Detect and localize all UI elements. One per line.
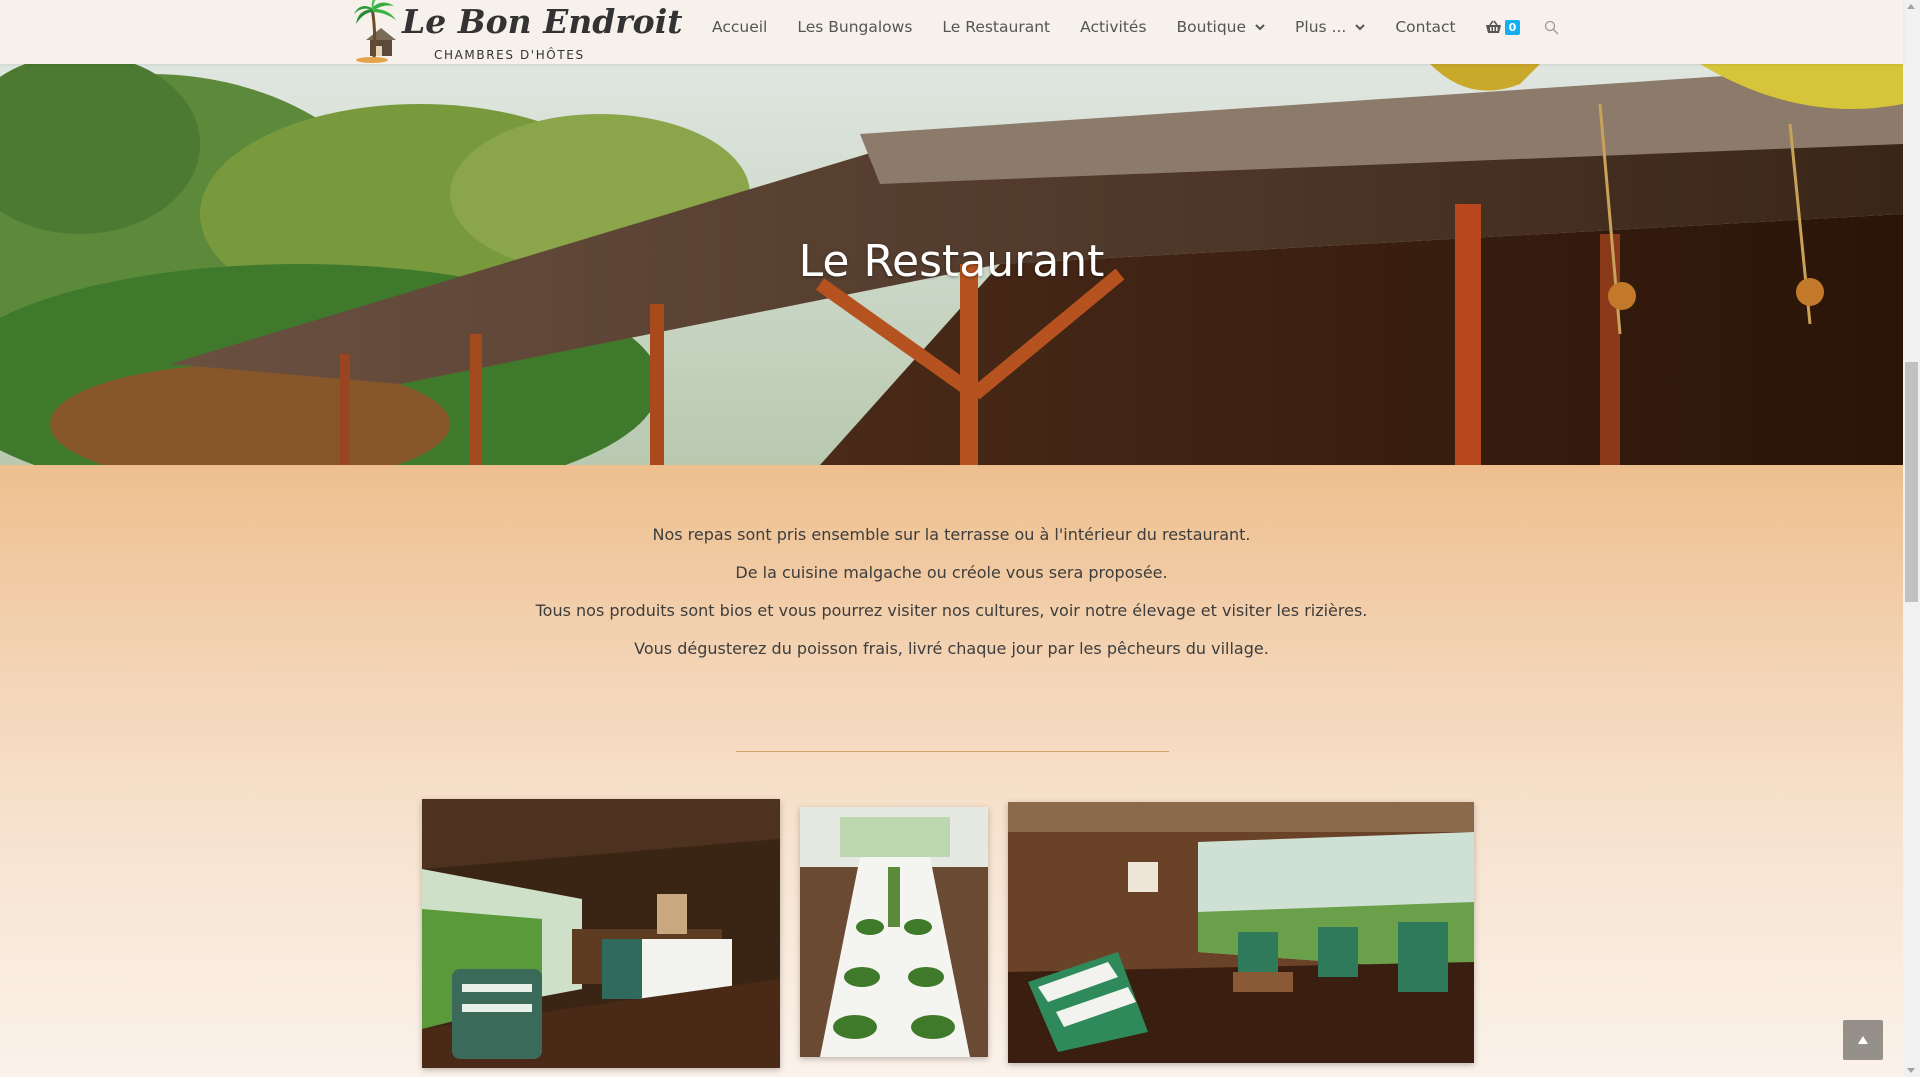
site-header: Le Bon Endroit CHAMBRES D'HÔTES Accueil … (0, 0, 1903, 64)
nav-item-accueil[interactable]: Accueil (697, 18, 782, 36)
intro-paragraph: Nos repas sont pris ensemble sur la terr… (652, 525, 1251, 544)
lounge-deckchairs-photo[interactable] (1008, 802, 1474, 1063)
logo-title: Le Bon Endroit (402, 2, 683, 41)
cart-button[interactable]: 0 (1471, 19, 1537, 35)
nav-label: Boutique (1176, 18, 1247, 36)
restaurant-terrace-image (422, 799, 780, 1068)
nav-label: Accueil (712, 18, 768, 36)
logo-subtitle: CHAMBRES D'HÔTES (434, 48, 585, 62)
content-section: Nos repas sont pris ensemble sur la terr… (0, 465, 1903, 1077)
nav-label: Plus ... (1295, 18, 1347, 36)
intro-paragraph: Vous dégusterez du poisson frais, livré … (634, 639, 1269, 658)
scroll-down-arrow-icon[interactable] (1907, 1068, 1915, 1073)
intro-paragraph: De la cuisine malgache ou créole vous se… (735, 563, 1168, 582)
nav-label: Contact (1395, 18, 1456, 36)
dining-table-photo[interactable] (800, 807, 988, 1057)
main-nav: Accueil Les Bungalows Le Restaurant Acti… (697, 0, 1567, 54)
chevron-down-icon (1255, 24, 1265, 31)
nav-label: Le Restaurant (942, 18, 1051, 36)
back-to-top-button[interactable] (1843, 1020, 1883, 1060)
dining-table-image (800, 807, 988, 1057)
chevron-up-icon (1858, 1036, 1868, 1044)
site-logo[interactable]: Le Bon Endroit CHAMBRES D'HÔTES (352, 0, 682, 64)
page-scrollbar[interactable] (1903, 0, 1920, 1077)
nav-item-plus[interactable]: Plus ... (1280, 18, 1380, 36)
scroll-up-arrow-icon[interactable] (1907, 4, 1915, 9)
intro-paragraph: Tous nos produits sont bios et vous pour… (535, 601, 1368, 620)
nav-item-contact[interactable]: Contact (1380, 18, 1470, 36)
restaurant-terrace-photo[interactable] (422, 799, 780, 1068)
section-divider (736, 751, 1169, 752)
search-button[interactable] (1536, 20, 1567, 35)
nav-label: Les Bungalows (797, 18, 913, 36)
hero-title: Le Restaurant (798, 236, 1105, 287)
nav-item-restaurant[interactable]: Le Restaurant (927, 18, 1065, 36)
chevron-down-icon (1355, 24, 1366, 31)
palm-bungalow-logo-icon (354, 0, 396, 63)
nav-item-boutique[interactable]: Boutique (1162, 18, 1281, 36)
hero-banner: Le Restaurant (0, 64, 1903, 465)
cart-count-badge: 0 (1504, 19, 1521, 35)
nav-item-bungalows[interactable]: Les Bungalows (782, 18, 927, 36)
nav-label: Activités (1080, 18, 1147, 36)
nav-item-activites[interactable]: Activités (1065, 18, 1161, 36)
lounge-deckchairs-image (1008, 802, 1474, 1063)
scrollbar-thumb[interactable] (1905, 362, 1918, 602)
search-icon (1545, 20, 1559, 34)
basket-icon (1485, 20, 1501, 33)
